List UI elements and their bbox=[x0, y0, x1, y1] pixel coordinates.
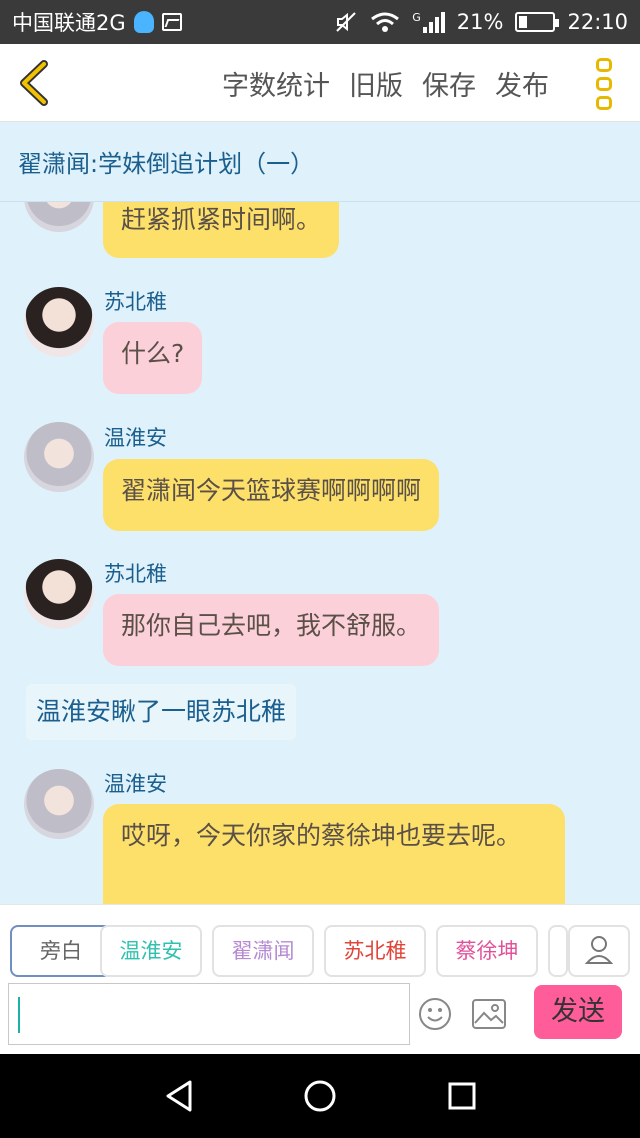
mute-icon bbox=[336, 12, 356, 32]
battery-icon bbox=[515, 12, 560, 32]
message-bubble: 那你自己去吧，我不舒服。 bbox=[103, 594, 440, 666]
back-chevron-icon bbox=[20, 60, 48, 106]
chat-story-area[interactable]: 翟潇闻:学妹倒追计划（一） 赶紧抓紧时间啊。 苏北稚 什么? 温淮安 翟潇闻今天… bbox=[0, 122, 640, 904]
text-cursor bbox=[18, 997, 20, 1033]
avatar-su-beizhi bbox=[24, 559, 94, 629]
story-title[interactable]: 翟潇闻:学妹倒追计划（一） bbox=[18, 144, 314, 179]
nav-actions: 字数统计 旧版 保存 发布 bbox=[222, 44, 568, 122]
send-button[interactable]: 发送 bbox=[534, 985, 622, 1039]
qq-icon bbox=[133, 11, 154, 33]
narration-text: 温淮安瞅了一眼苏北稚 bbox=[26, 684, 297, 740]
wifi-icon bbox=[371, 12, 400, 32]
battery-percent: 21% bbox=[456, 10, 504, 34]
speaker-name: 苏北稚 bbox=[104, 562, 167, 586]
status-bar: 中国联通2G G 21% 22:10 bbox=[0, 0, 640, 44]
top-nav-bar: 字数统计 旧版 保存 发布 bbox=[0, 44, 640, 122]
message-bubble: 什么? bbox=[103, 322, 203, 394]
nav-recent-icon[interactable] bbox=[442, 1076, 482, 1116]
speaker-name: 温淮安 bbox=[104, 772, 167, 796]
message-bubble: 翟潇闻今天篮球赛啊啊啊啊 bbox=[103, 459, 440, 531]
emoji-icon[interactable] bbox=[418, 997, 452, 1031]
nav-home-icon[interactable] bbox=[300, 1076, 340, 1116]
system-nav-bar bbox=[0, 1054, 640, 1138]
role-tab-zhai-xiaowen[interactable]: 翟潇闻 bbox=[212, 925, 314, 977]
speaker-name: 温淮安 bbox=[104, 426, 167, 450]
role-tab-cai-xukun[interactable]: 蔡徐坤 bbox=[436, 925, 538, 977]
more-vertical-icon[interactable] bbox=[596, 58, 618, 110]
speaker-name: 苏北稚 bbox=[104, 290, 167, 314]
message-bubble: 哎呀，今天你家的蔡徐坤也要去呢。 bbox=[103, 804, 565, 904]
old-version-button[interactable]: 旧版 bbox=[349, 64, 403, 103]
role-tabs: 旁白 温淮安 翟潇闻 苏北稚 蔡徐坤 bbox=[0, 925, 640, 979]
publish-button[interactable]: 发布 bbox=[495, 64, 549, 103]
signal-icon bbox=[422, 11, 445, 33]
carrier-label: 中国联通2G bbox=[12, 11, 126, 35]
save-button[interactable]: 保存 bbox=[422, 64, 476, 103]
avatar-wen-huaian bbox=[24, 422, 94, 492]
role-tab-partial[interactable] bbox=[548, 925, 568, 977]
nav-back-icon[interactable] bbox=[160, 1076, 200, 1116]
clock: 22:10 bbox=[567, 10, 628, 34]
message-input[interactable] bbox=[8, 983, 410, 1045]
image-icon[interactable] bbox=[472, 999, 506, 1029]
role-tab-narrator[interactable]: 旁白 bbox=[10, 925, 112, 977]
profile-icon bbox=[584, 936, 614, 964]
network-type-label: G bbox=[412, 11, 421, 24]
back-button[interactable] bbox=[14, 58, 54, 108]
gallery-notification-icon bbox=[161, 13, 182, 31]
avatar-su-beizhi bbox=[24, 287, 94, 357]
role-tab-su-beizhi[interactable]: 苏北稚 bbox=[324, 925, 426, 977]
role-tab-wen-huaian[interactable]: 温淮安 bbox=[100, 925, 202, 977]
story-title-bar: 翟潇闻:学妹倒追计划（一） bbox=[0, 122, 640, 202]
avatar-wen-huaian bbox=[24, 769, 94, 839]
word-count-button[interactable]: 字数统计 bbox=[222, 64, 330, 103]
profile-button[interactable] bbox=[568, 925, 630, 977]
composer-panel: 旁白 温淮安 翟潇闻 苏北稚 蔡徐坤 发送 bbox=[0, 904, 640, 1054]
